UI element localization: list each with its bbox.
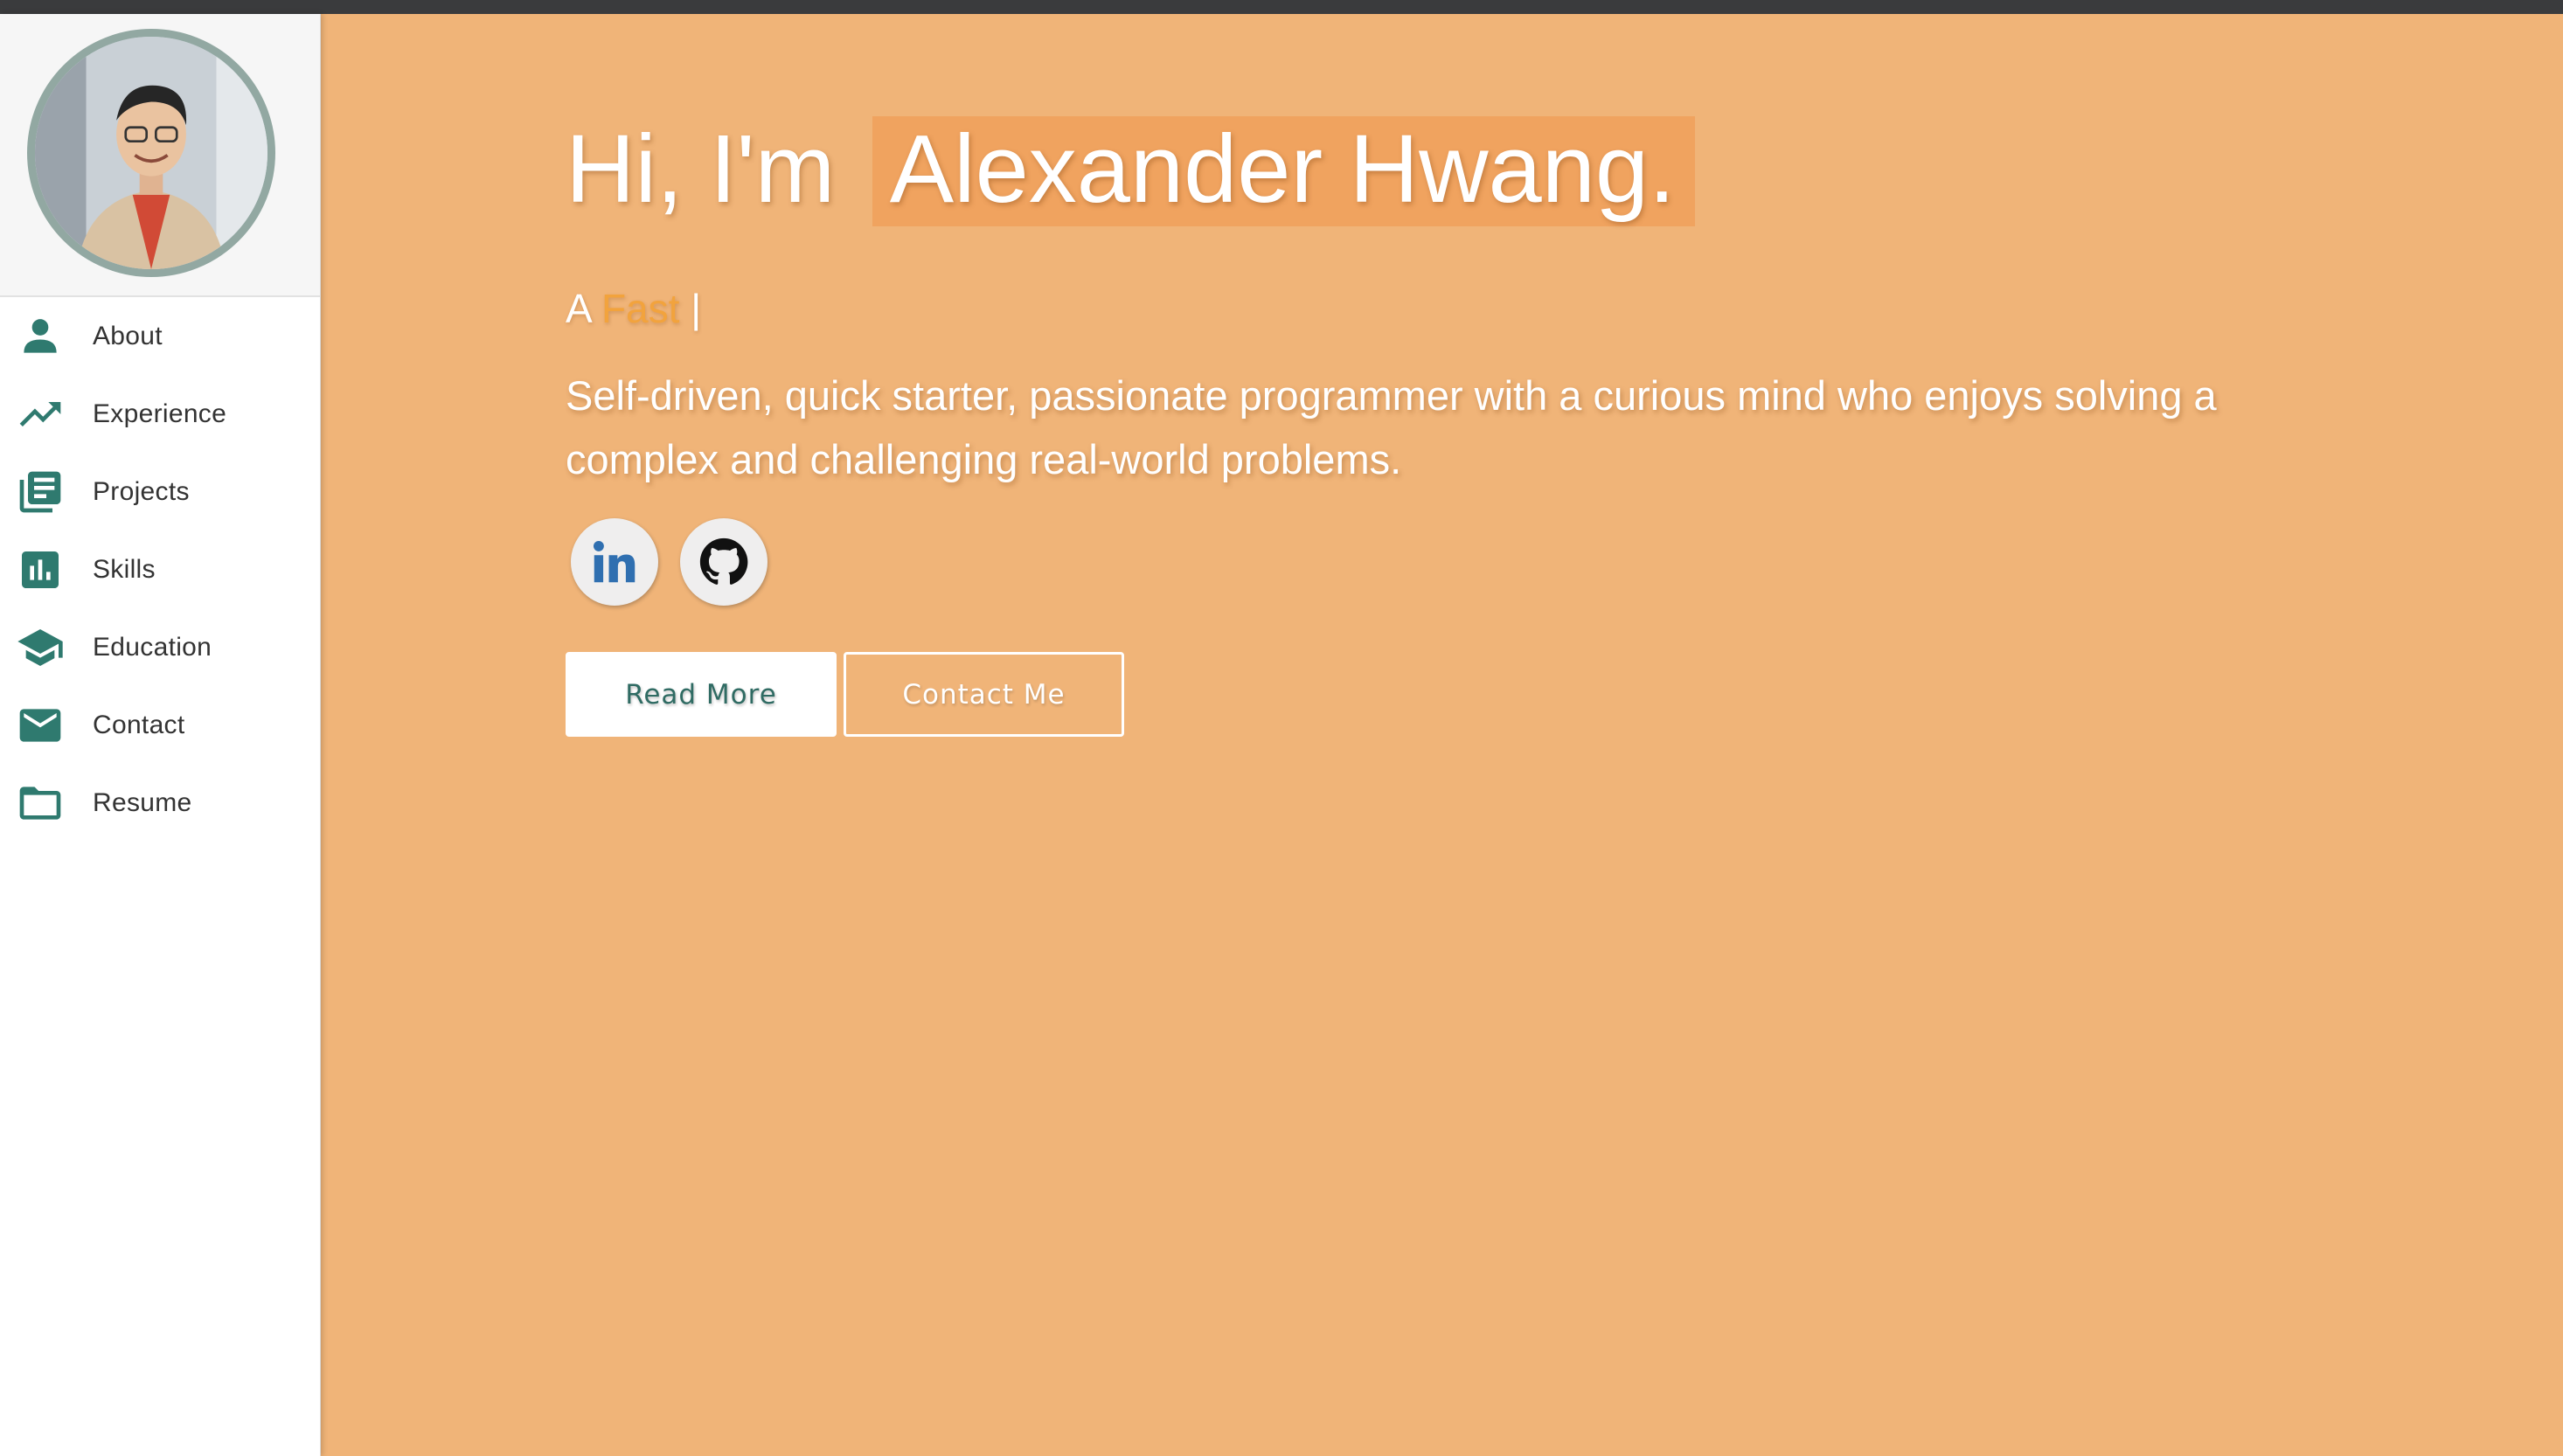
profile-header xyxy=(0,14,320,297)
person-icon xyxy=(16,312,65,361)
top-bar xyxy=(0,0,2563,14)
github-icon xyxy=(699,537,748,585)
github-link[interactable] xyxy=(680,518,768,606)
linkedin-icon xyxy=(593,540,636,583)
read-more-button[interactable]: Read More xyxy=(566,652,837,737)
sidebar-item-label: About xyxy=(93,321,163,350)
sidebar-item-projects[interactable]: Projects xyxy=(0,453,320,530)
linkedin-link[interactable] xyxy=(571,518,658,606)
greeting-text: Hi, I'm xyxy=(566,115,836,223)
sidebar-item-about[interactable]: About xyxy=(0,297,320,375)
sidebar-item-label: Resume xyxy=(93,787,192,817)
typed-prefix: A xyxy=(566,286,591,331)
sidebar-item-label: Contact xyxy=(93,710,185,739)
avatar xyxy=(27,29,275,277)
name-highlight: Alexander Hwang. xyxy=(872,116,1695,226)
sidebar-item-label: Education xyxy=(93,632,212,662)
typed-cursor: | xyxy=(691,286,702,331)
hero-tagline: Self-driven, quick starter, passionate p… xyxy=(566,372,2217,482)
profile-photo xyxy=(35,37,267,269)
folder-icon xyxy=(16,779,65,828)
trending-up-icon xyxy=(16,390,65,439)
sidebar-item-education[interactable]: Education xyxy=(0,608,320,686)
typed-subtitle: A Fast | xyxy=(566,285,701,332)
hero-actions: Read More Contact Me xyxy=(566,652,1124,737)
hero-section: Hi, I'm Alexander Hwang. A Fast | Self-d… xyxy=(320,14,2563,1456)
sidebar: About Experience Projects Skills Educati… xyxy=(0,14,321,1456)
graduation-cap-icon xyxy=(16,623,65,672)
contact-me-button[interactable]: Contact Me xyxy=(844,652,1124,737)
typed-word: Fast xyxy=(601,286,680,331)
sidebar-nav: About Experience Projects Skills Educati… xyxy=(0,297,320,842)
sidebar-item-experience[interactable]: Experience xyxy=(0,375,320,453)
sidebar-item-contact[interactable]: Contact xyxy=(0,686,320,764)
library-books-icon xyxy=(16,468,65,517)
bar-chart-icon xyxy=(16,545,65,594)
social-links xyxy=(571,518,789,606)
sidebar-item-label: Projects xyxy=(93,476,190,506)
sidebar-item-label: Experience xyxy=(93,399,227,428)
sidebar-item-resume[interactable]: Resume xyxy=(0,764,320,842)
envelope-icon xyxy=(16,701,65,750)
sidebar-item-label: Skills xyxy=(93,554,156,584)
hero-headline: Hi, I'm Alexander Hwang. xyxy=(566,116,1695,226)
sidebar-item-skills[interactable]: Skills xyxy=(0,530,320,608)
